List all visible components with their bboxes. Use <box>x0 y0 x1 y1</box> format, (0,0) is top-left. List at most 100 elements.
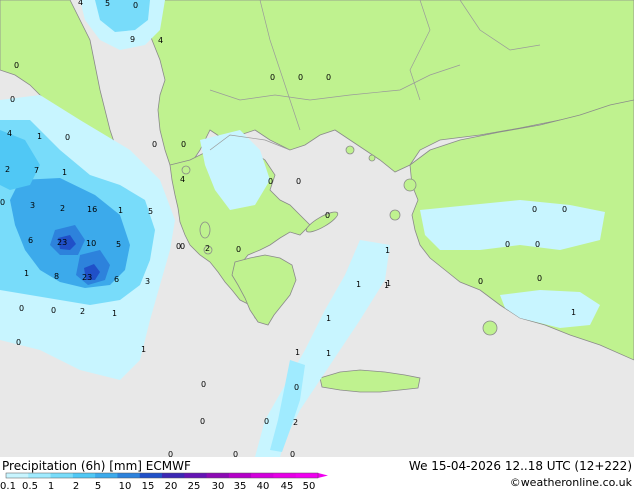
point-value: 0 <box>478 277 483 286</box>
point-value: 1 <box>62 168 67 177</box>
point-value: 16 <box>87 205 97 214</box>
point-value: 2 <box>5 165 10 174</box>
color-scale-tick-label: 45 <box>281 481 294 490</box>
color-scale-tick-label: 10 <box>119 481 132 490</box>
point-value: 23 <box>57 238 67 247</box>
point-value: 1 <box>112 309 117 318</box>
color-scale-swatch <box>28 473 52 478</box>
legend-bar: Precipitation (6h) [mm] ECMWF We 15-04-2… <box>0 457 634 490</box>
point-value: 8 <box>54 272 59 281</box>
point-value: 1 <box>141 345 146 354</box>
color-scale-tick-label: 15 <box>142 481 155 490</box>
color-scale-tick-label: 0.1 <box>0 481 16 490</box>
color-scale-swatch <box>50 473 74 478</box>
point-value: 0 <box>10 95 15 104</box>
color-scale-swatch <box>295 473 319 478</box>
color-scale-swatch <box>95 473 118 478</box>
legend-title: Precipitation (6h) [mm] ECMWF <box>2 459 191 473</box>
color-scale-tick-label: 5 <box>95 481 101 490</box>
point-value: 3 <box>145 277 150 286</box>
color-scale-swatch <box>72 473 96 478</box>
color-scale-swatch <box>273 473 297 478</box>
point-value: 0 <box>200 417 205 426</box>
color-scale-tick-label: 25 <box>188 481 201 490</box>
color-scale-tick-label: 1 <box>48 481 54 490</box>
point-value: 0 <box>181 140 186 149</box>
point-value: 1 <box>356 280 361 289</box>
point-value: 23 <box>82 273 92 282</box>
point-value: 0 <box>326 73 331 82</box>
point-value: 0 <box>65 133 70 142</box>
point-value: 1 <box>295 348 300 357</box>
precip-light-turkey <box>420 200 605 250</box>
legend-credit: ©weatheronline.co.uk <box>510 476 633 489</box>
island-rhodes <box>482 320 498 336</box>
point-value: 4 <box>180 175 185 184</box>
island-samothrace <box>368 154 376 162</box>
color-scale-ticks: 0.1 0.5 1 2 5 10 15 20 25 30 35 40 45 50 <box>0 481 315 490</box>
color-scale-swatch <box>228 473 252 478</box>
precipitation-map: 4 5 0 9 4 0 0 0 0 0 4 1 0 2 7 1 0 0 4 0 … <box>0 0 634 457</box>
point-value: 6 <box>28 236 33 245</box>
point-value: 0 <box>201 380 206 389</box>
point-value: 0 <box>537 274 542 283</box>
point-value: 1 <box>571 308 576 317</box>
point-value: 0 <box>290 450 295 457</box>
point-value: 4 <box>7 129 12 138</box>
point-value: 0 <box>535 240 540 249</box>
point-value: 4 <box>158 36 163 45</box>
point-value: 2 <box>80 307 85 316</box>
point-value: 0 <box>16 338 21 347</box>
point-value: 0 <box>152 140 157 149</box>
point-value: 4 <box>78 0 83 7</box>
point-value: 0 <box>133 1 138 10</box>
color-scale-tick-label: 2 <box>73 481 79 490</box>
point-value: 0 <box>298 73 303 82</box>
point-value: 2 <box>293 418 298 427</box>
point-value: 1 <box>37 132 42 141</box>
point-value: 0 <box>180 242 185 251</box>
point-value: 0 <box>296 177 301 186</box>
point-value: 2 <box>60 204 65 213</box>
island-kefalonia <box>199 221 211 239</box>
point-value: 1 <box>385 246 390 255</box>
point-value: 10 <box>86 239 96 248</box>
color-scale-tick-label: 40 <box>257 481 270 490</box>
point-value: 9 <box>130 35 135 44</box>
point-value: 0 <box>168 450 173 457</box>
color-scale-tick-label: 35 <box>234 481 247 490</box>
point-value: 5 <box>148 207 153 216</box>
island-thasos <box>345 145 355 155</box>
point-value: 1 <box>118 206 123 215</box>
point-value: 1 <box>24 269 29 278</box>
color-scale-tick-label: 20 <box>165 481 178 490</box>
point-value: 0 <box>562 205 567 214</box>
point-value: 0 <box>14 61 19 70</box>
island-chios <box>389 209 401 221</box>
point-value: 0 <box>19 304 24 313</box>
color-scale-tick-label: 30 <box>212 481 225 490</box>
color-scale-swatch <box>6 473 29 478</box>
point-value: 0 <box>270 73 275 82</box>
island-lesbos <box>403 178 417 192</box>
color-scale-swatch <box>117 473 141 478</box>
color-scale-arrow <box>318 473 328 478</box>
point-value: 7 <box>34 166 39 175</box>
point-value: 1 <box>326 314 331 323</box>
color-scale <box>5 472 328 479</box>
point-value: 0 <box>268 177 273 186</box>
point-value: 5 <box>116 240 121 249</box>
point-value: 6 <box>114 275 119 284</box>
point-value: 0 <box>532 205 537 214</box>
point-value: 1 <box>326 349 331 358</box>
point-value: 2 <box>205 244 210 253</box>
point-value: 1 <box>386 279 391 288</box>
color-scale-swatch <box>206 473 230 478</box>
legend-datetime: We 15-04-2026 12..18 UTC (12+222) <box>409 459 632 473</box>
color-scale-tick-label: 0.5 <box>22 481 38 490</box>
point-value: 3 <box>30 201 35 210</box>
color-scale-swatch <box>139 473 163 478</box>
point-value: 0 <box>51 306 56 315</box>
point-value: 0 <box>325 211 330 220</box>
point-value: 0 <box>0 198 5 207</box>
